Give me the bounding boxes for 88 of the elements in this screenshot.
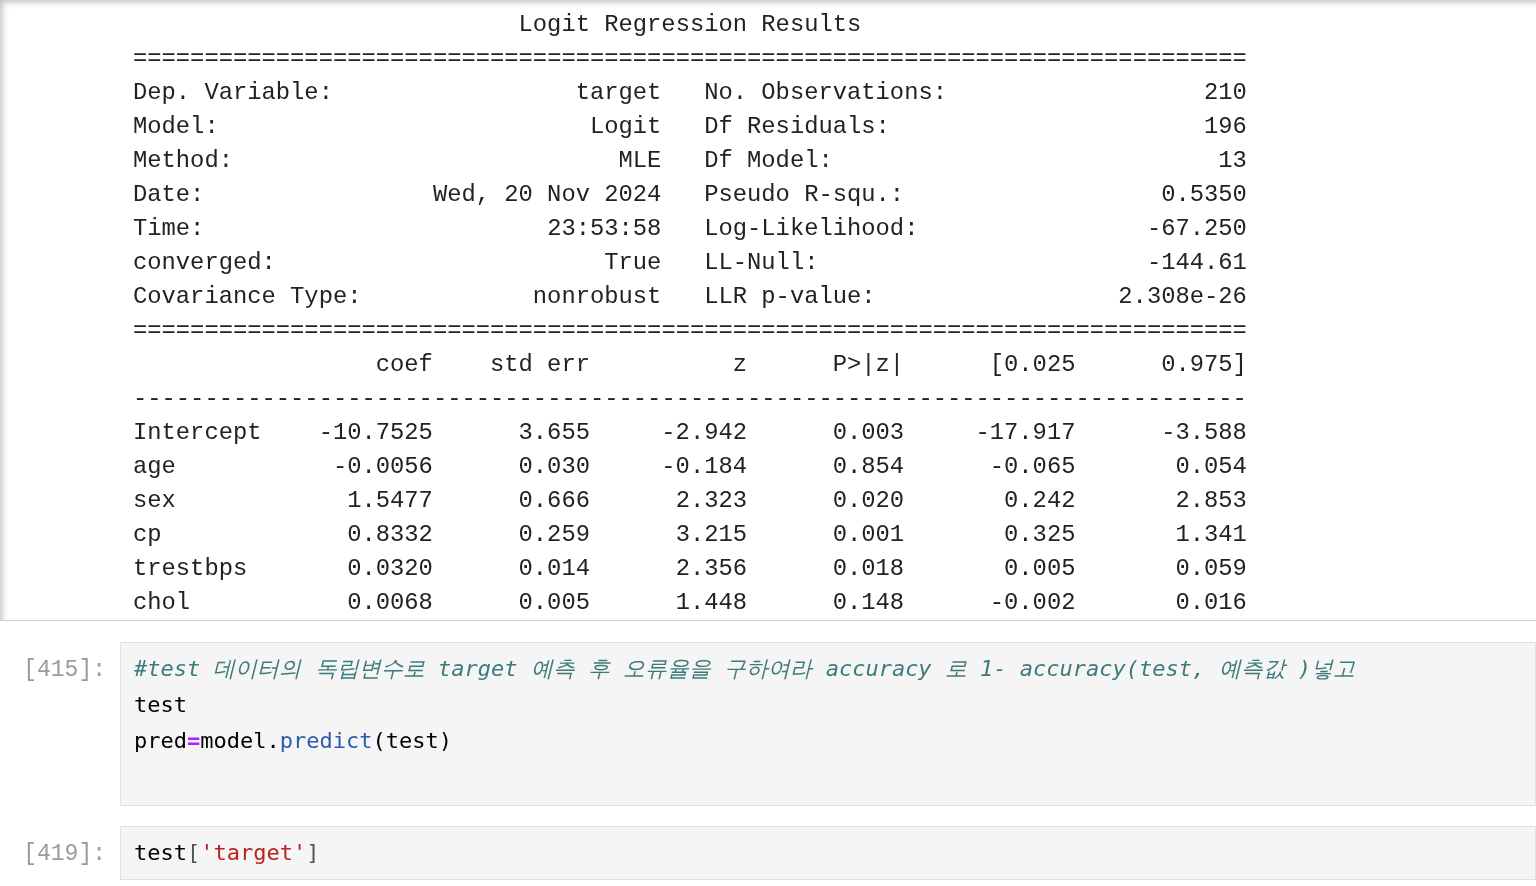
stat-value: -67.250 bbox=[1146, 214, 1247, 244]
row-name: sex bbox=[133, 486, 176, 516]
table-cell-text: 0.8332 bbox=[347, 520, 433, 550]
table-cell-text: 0.0068 bbox=[347, 588, 433, 618]
table-cell-text: -2.942 bbox=[661, 418, 748, 448]
table-cell-text: 3.655 bbox=[518, 418, 590, 448]
stat-label: Pseudo R-squ.: bbox=[704, 180, 905, 210]
stat-label: Df Model: bbox=[704, 146, 833, 176]
table-cell-text: 0.0320 bbox=[347, 554, 433, 584]
table-cell-text: 0.054 bbox=[1175, 452, 1247, 482]
table-cell-text: 2.356 bbox=[675, 554, 748, 584]
rule-line: ============================================================================== bbox=[133, 44, 1247, 74]
table-cell-text: 1.5477 bbox=[347, 486, 433, 516]
code-cell[interactable]: test['target'] bbox=[120, 826, 1536, 880]
table-cell-text: -0.0056 bbox=[332, 452, 433, 482]
cell-prompt: [415]: bbox=[23, 656, 106, 685]
stat-label: Method: bbox=[133, 146, 233, 176]
row-name: chol bbox=[133, 588, 191, 618]
table-cell-text: 0.030 bbox=[518, 452, 590, 482]
table-cell-text: 0.005 bbox=[518, 588, 590, 618]
stat-value: Logit bbox=[589, 112, 662, 142]
stat-value: 2.308e-26 bbox=[1118, 282, 1247, 312]
table-cell-text: 2.323 bbox=[675, 486, 748, 516]
stat-value: True bbox=[604, 248, 662, 278]
table-cell-text: 0.259 bbox=[518, 520, 590, 550]
rule-line: ============================================================================== bbox=[133, 316, 1247, 346]
table-cell-text: 1.341 bbox=[1175, 520, 1247, 550]
stat-value: Wed, 20 Nov 2024 bbox=[432, 180, 662, 210]
stat-value: 13 bbox=[1218, 146, 1247, 176]
table-cell-text: 0.325 bbox=[1004, 520, 1076, 550]
stat-label: Dep. Variable: bbox=[133, 78, 333, 108]
stat-value: MLE bbox=[618, 146, 662, 176]
stat-value: nonrobust bbox=[532, 282, 662, 312]
table-cell-text: 0.020 bbox=[832, 486, 905, 516]
table-cell-text: 0.242 bbox=[1004, 486, 1076, 516]
cell-prompt: [419]: bbox=[23, 840, 106, 869]
table-cell-text: 0.854 bbox=[832, 452, 905, 482]
summary-title: Logit Regression Results bbox=[518, 10, 862, 40]
table-cell-text: -0.002 bbox=[989, 588, 1076, 618]
stat-label: Date: bbox=[133, 180, 205, 210]
code-line: test['target'] bbox=[134, 839, 320, 867]
table-cell-text: 0.003 bbox=[832, 418, 905, 448]
row-name: age bbox=[133, 452, 176, 482]
table-cell-text: -0.184 bbox=[661, 452, 748, 482]
table-cell-text: 0.001 bbox=[832, 520, 905, 550]
stat-label: converged: bbox=[133, 248, 276, 278]
column-header: 0.975] bbox=[1161, 350, 1247, 380]
stat-value: 23:53:58 bbox=[547, 214, 662, 244]
stat-label: Model: bbox=[133, 112, 219, 142]
row-name: trestbps bbox=[133, 554, 248, 584]
table-cell-text: 0.666 bbox=[518, 486, 590, 516]
stat-value: -144.61 bbox=[1146, 248, 1247, 278]
row-name: Intercept bbox=[133, 418, 262, 448]
stat-label: No. Observations: bbox=[704, 78, 947, 108]
table-cell-text: 0.148 bbox=[832, 588, 905, 618]
column-header: z bbox=[732, 350, 748, 380]
column-header: [0.025 bbox=[989, 350, 1076, 380]
table-cell-text: 0.018 bbox=[832, 554, 905, 584]
stat-value: 210 bbox=[1204, 78, 1247, 108]
column-header: coef bbox=[375, 350, 433, 380]
stat-value: 196 bbox=[1204, 112, 1247, 142]
stat-label: Covariance Type: bbox=[133, 282, 362, 312]
column-header: std err bbox=[490, 350, 590, 380]
table-cell-text: -10.7525 bbox=[318, 418, 433, 448]
table-cell-text: -3.588 bbox=[1161, 418, 1247, 448]
table-cell-text: 1.448 bbox=[675, 588, 748, 618]
stat-value: 0.5350 bbox=[1161, 180, 1247, 210]
table-cell-text: 0.059 bbox=[1175, 554, 1247, 584]
row-name: cp bbox=[133, 520, 162, 550]
stat-label: Df Residuals: bbox=[704, 112, 890, 142]
rule-line: ------------------------------------------------------------------------------ bbox=[133, 384, 1247, 414]
table-cell-text: 2.853 bbox=[1175, 486, 1247, 516]
table-cell-text: 0.005 bbox=[1004, 554, 1076, 584]
code-line: test bbox=[134, 691, 187, 719]
stat-label: LLR p-value: bbox=[704, 282, 876, 312]
code-line: pred=model.predict(test) bbox=[134, 727, 452, 755]
stat-value: target bbox=[575, 78, 662, 108]
stat-label: LL-Null: bbox=[704, 248, 819, 278]
table-cell-text: -17.917 bbox=[975, 418, 1076, 448]
table-cell-text: 0.016 bbox=[1175, 588, 1247, 618]
stat-label: Log-Likelihood: bbox=[704, 214, 919, 244]
code-line: #test 데이터의 독립변수로 target 예측 후 오류율을 구하여라 accuracy 로 1- accuracy(test, 예측값 )넣고 bbox=[134, 655, 1355, 683]
code-cell[interactable]: #test 데이터의 독립변수로 target 예측 후 오류율을 구하여라 accuracy 로 1- accuracy(test, 예측값 )넣고 test pred=model.predict(test) bbox=[120, 642, 1536, 806]
table-cell-text: 0.014 bbox=[518, 554, 590, 584]
stat-label: Time: bbox=[133, 214, 205, 244]
table-cell-text: -0.065 bbox=[989, 452, 1076, 482]
column-header: P>|z| bbox=[832, 350, 905, 380]
table-cell-text: 3.215 bbox=[675, 520, 748, 550]
